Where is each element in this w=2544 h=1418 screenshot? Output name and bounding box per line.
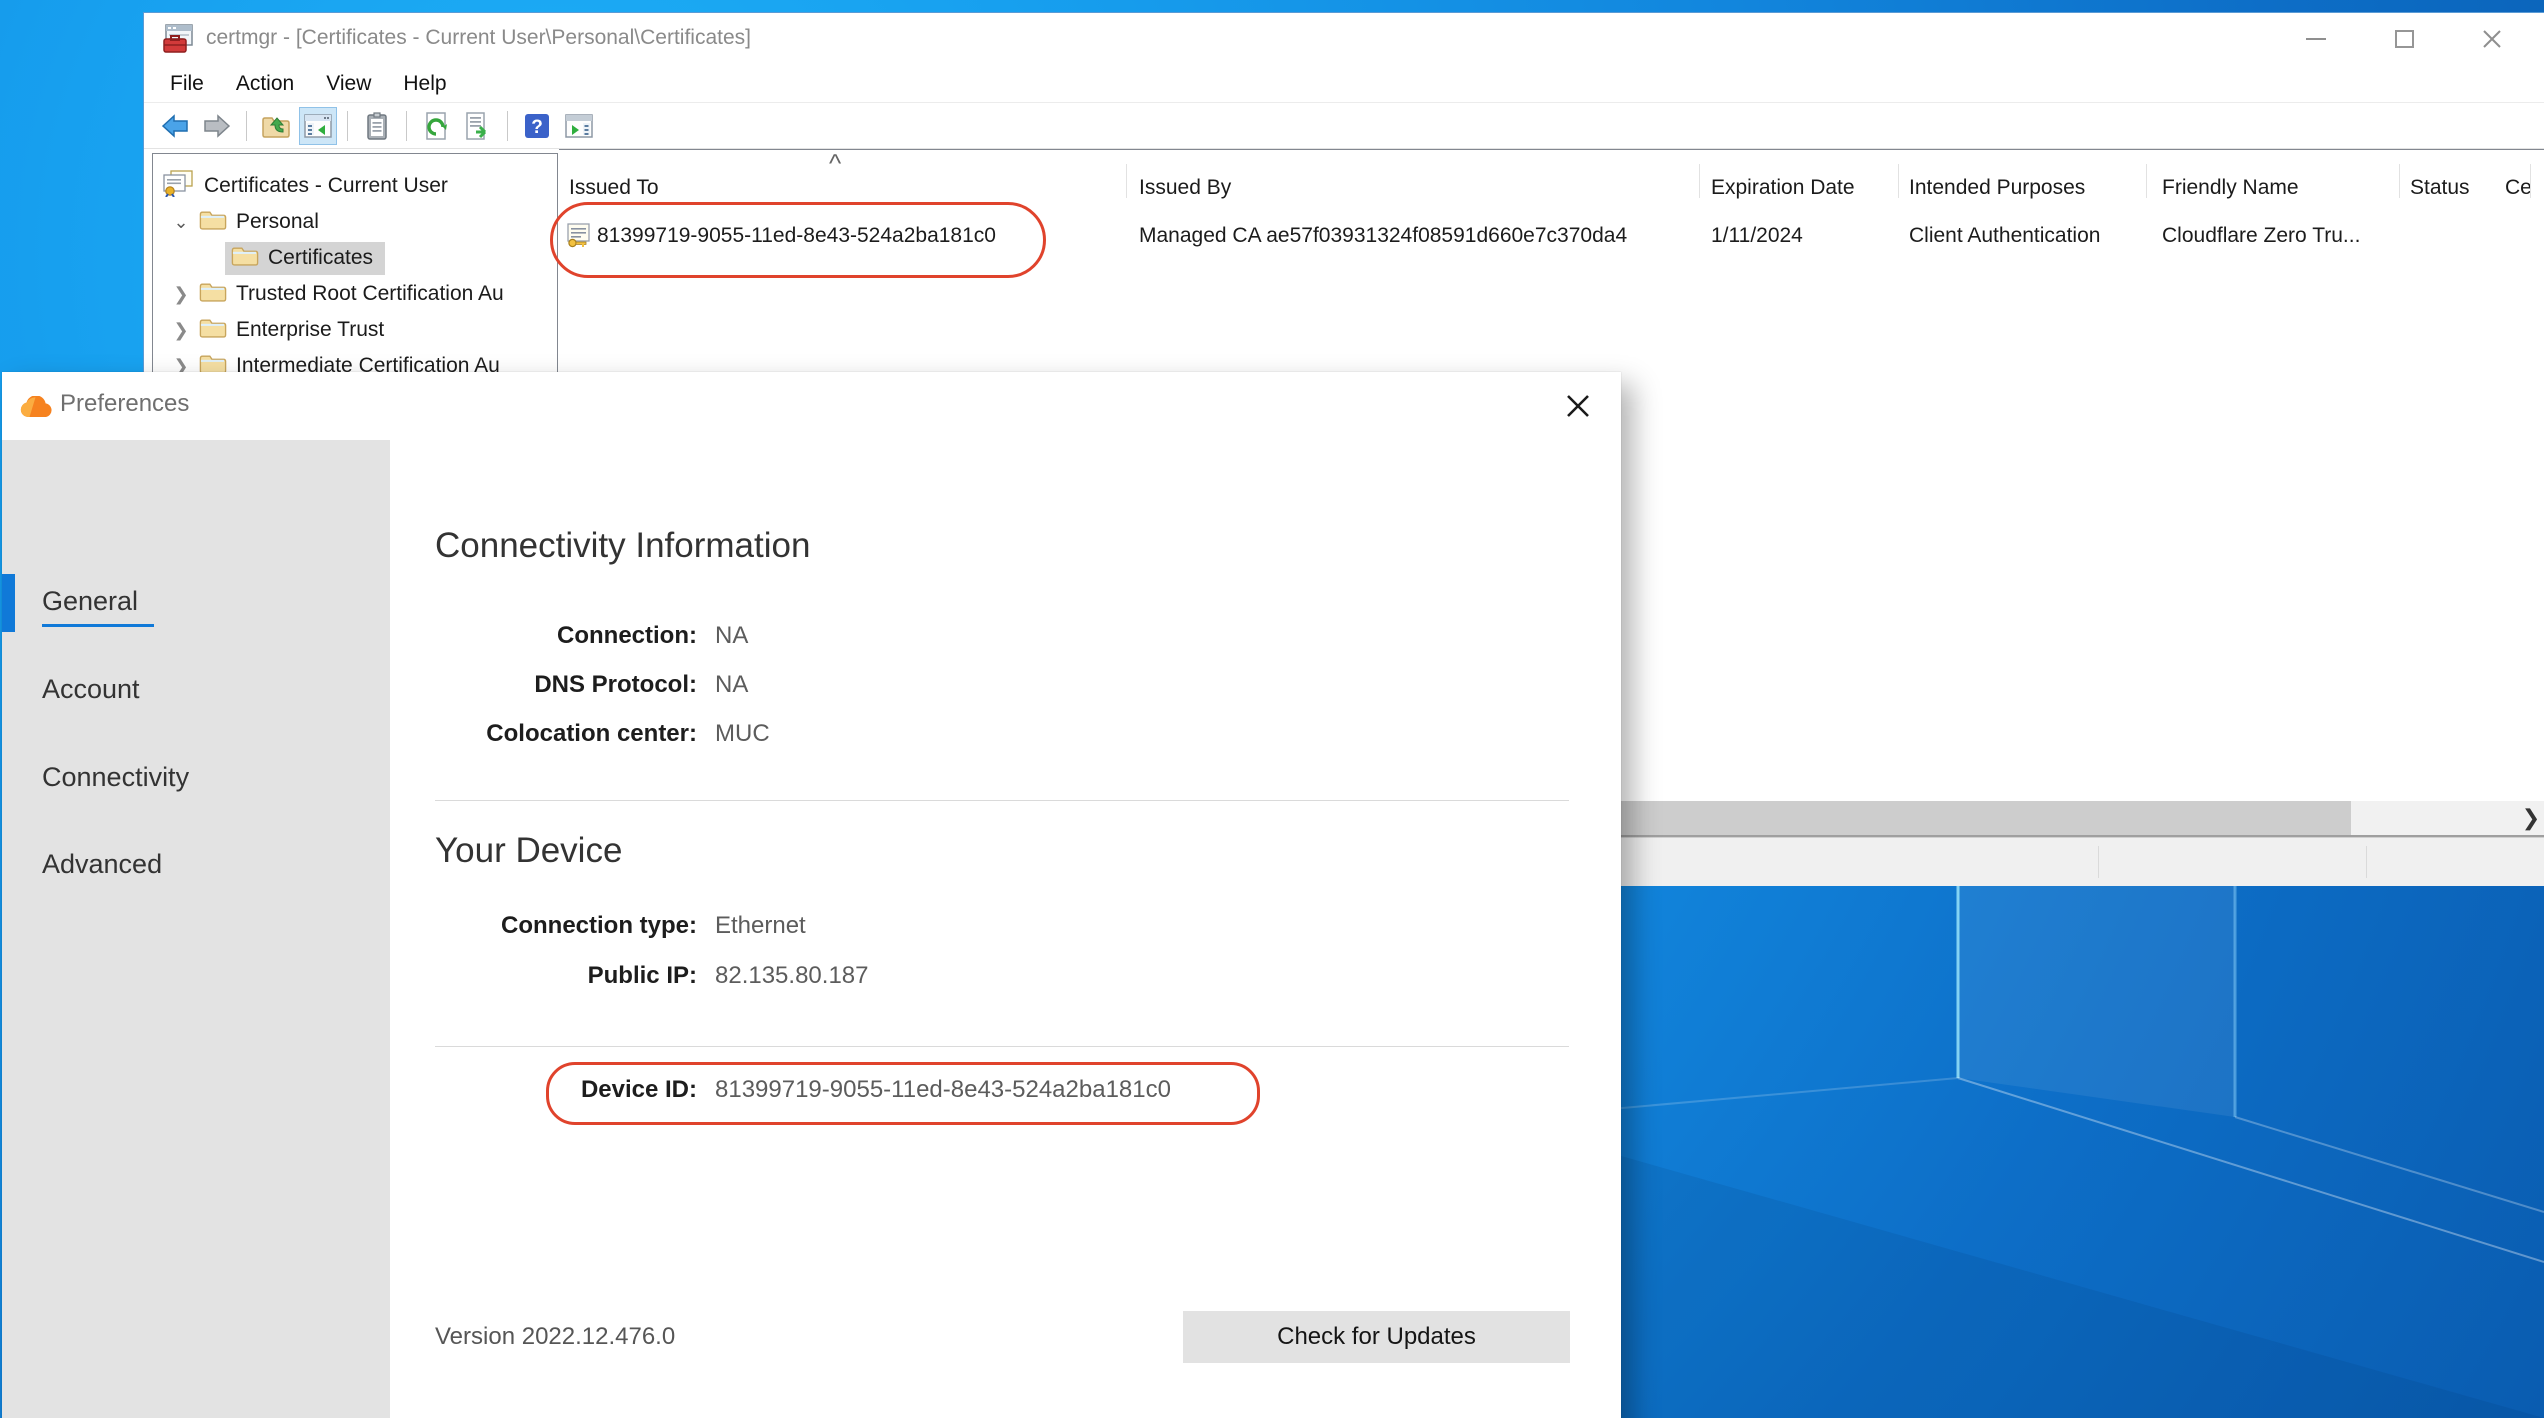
version-text: Version 2022.12.476.0: [435, 1323, 675, 1351]
section-heading-your-device: Your Device: [435, 831, 622, 871]
preferences-dialog: Preferences General Account Connectivity…: [2, 372, 1621, 1418]
certmgr-titlebar: certmgr - [Certificates - Current User\P…: [144, 13, 2544, 65]
row-label: Colocation center:: [435, 720, 697, 748]
selected-indicator: [2, 574, 15, 632]
chevron-right-icon[interactable]: ❯: [171, 320, 191, 341]
folder-icon: [231, 245, 259, 272]
cell-intended-purposes: Client Authentication: [1909, 224, 2100, 248]
column-status[interactable]: Status: [2410, 176, 2470, 200]
section-heading-connectivity: Connectivity Information: [435, 526, 810, 566]
cloudflare-cloud-icon: [20, 396, 54, 423]
screen: certmgr - [Certificates - Current User\P…: [0, 0, 2544, 1418]
preferences-sidebar: General Account Connectivity Advanced: [2, 440, 390, 1418]
selected-underline: [42, 624, 154, 627]
menu-bar: File Action View Help: [144, 65, 2544, 103]
window-title: certmgr - [Certificates - Current User\P…: [206, 26, 751, 50]
row-value: Ethernet: [715, 912, 806, 940]
sort-ascending-icon[interactable]: ^: [829, 148, 841, 179]
tree-item-certificates-current-user[interactable]: Certificates - Current User: [153, 168, 557, 204]
tree-selection: Certificates: [225, 242, 385, 275]
column-separator[interactable]: [2146, 164, 2147, 198]
row-label: Public IP:: [435, 962, 697, 990]
column-intended-purposes[interactable]: Intended Purposes: [1909, 176, 2085, 200]
refresh-icon[interactable]: [417, 107, 455, 145]
toolbar: ?: [144, 103, 2544, 149]
tree-item-label: Personal: [236, 210, 319, 234]
column-friendly-name[interactable]: Friendly Name: [2162, 176, 2299, 200]
close-icon[interactable]: [2460, 13, 2524, 65]
toolbar-separator: [507, 111, 508, 141]
sidebar-item-general[interactable]: General: [42, 586, 138, 620]
tree-item-label: Enterprise Trust: [236, 318, 384, 342]
sidebar-item-advanced[interactable]: Advanced: [42, 849, 162, 883]
maximize-icon[interactable]: [2372, 13, 2436, 65]
tree-item-enterprise-trust[interactable]: ❯ Enterprise Trust: [153, 312, 557, 348]
chevron-right-icon[interactable]: ❯: [171, 284, 191, 305]
dialog-title: Preferences: [60, 390, 189, 418]
column-separator[interactable]: [2399, 164, 2400, 198]
tree-item-certificates[interactable]: Certificates: [153, 240, 557, 276]
row-label: DNS Protocol:: [435, 671, 697, 699]
check-for-updates-button[interactable]: Check for Updates: [1183, 1311, 1570, 1363]
folder-icon: [199, 281, 227, 308]
toolbar-separator: [406, 111, 407, 141]
show-action-pane-icon[interactable]: [560, 107, 598, 145]
menu-action[interactable]: Action: [220, 72, 310, 96]
section-divider: [435, 800, 1569, 801]
show-console-tree-icon[interactable]: [299, 107, 337, 145]
scroll-right-icon[interactable]: ❯: [2509, 801, 2544, 835]
help-icon[interactable]: ?: [518, 107, 556, 145]
row-label: Connection type:: [435, 912, 697, 940]
tree-item-label: Certificates: [268, 246, 373, 270]
row-value: NA: [715, 671, 748, 699]
tree-item-personal[interactable]: ⌄ Personal: [153, 204, 557, 240]
close-icon[interactable]: [1558, 386, 1598, 426]
sidebar-item-account[interactable]: Account: [42, 674, 140, 708]
row-value: 82.135.80.187: [715, 962, 868, 990]
column-separator[interactable]: [1699, 164, 1700, 198]
annotation-circle-issued-to: [550, 202, 1046, 278]
sidebar-item-connectivity[interactable]: Connectivity: [42, 762, 189, 796]
cell-friendly-name: Cloudflare Zero Tru...: [2162, 224, 2360, 248]
menu-help[interactable]: Help: [387, 72, 462, 96]
row-label: Connection:: [435, 622, 697, 650]
statusbar-separator: [2098, 846, 2099, 878]
folder-icon: [199, 209, 227, 236]
chevron-down-icon[interactable]: ⌄: [171, 212, 191, 233]
column-separator[interactable]: [2530, 164, 2531, 198]
folder-icon: [199, 317, 227, 344]
annotation-circle-device-id: [546, 1062, 1260, 1125]
certmgr-app-icon: [160, 21, 196, 57]
export-list-icon[interactable]: [459, 107, 497, 145]
menu-view[interactable]: View: [310, 72, 387, 96]
svg-text:?: ?: [531, 117, 543, 138]
cell-issued-by: Managed CA ae57f03931324f08591d660e7c370…: [1139, 224, 1627, 248]
statusbar-separator: [2366, 846, 2367, 878]
cell-expiration-date: 1/11/2024: [1711, 224, 1803, 248]
copy-clipboard-icon[interactable]: [358, 107, 396, 145]
menu-file[interactable]: File: [154, 72, 220, 96]
column-separator[interactable]: [1126, 164, 1127, 198]
preferences-header: Preferences: [2, 372, 1621, 440]
row-value: NA: [715, 622, 748, 650]
toolbar-separator: [347, 111, 348, 141]
certificates-root-icon: [161, 169, 195, 203]
minimize-icon[interactable]: [2284, 13, 2348, 65]
up-one-level-icon[interactable]: [257, 107, 295, 145]
column-separator[interactable]: [1898, 164, 1899, 198]
toolbar-separator: [246, 111, 247, 141]
column-expiration-date[interactable]: Expiration Date: [1711, 176, 1855, 200]
tree-item-trusted-root[interactable]: ❯ Trusted Root Certification Au: [153, 276, 557, 312]
forward-icon[interactable]: [198, 107, 236, 145]
back-icon[interactable]: [156, 107, 194, 145]
column-issued-to[interactable]: Issued To: [569, 176, 659, 200]
tree-item-label: Trusted Root Certification Au: [236, 282, 504, 306]
row-value: MUC: [715, 720, 770, 748]
tree-item-label: Certificates - Current User: [204, 174, 448, 198]
section-divider: [435, 1046, 1569, 1047]
column-issued-by[interactable]: Issued By: [1139, 176, 1231, 200]
column-certificate[interactable]: Ce: [2505, 176, 2532, 200]
